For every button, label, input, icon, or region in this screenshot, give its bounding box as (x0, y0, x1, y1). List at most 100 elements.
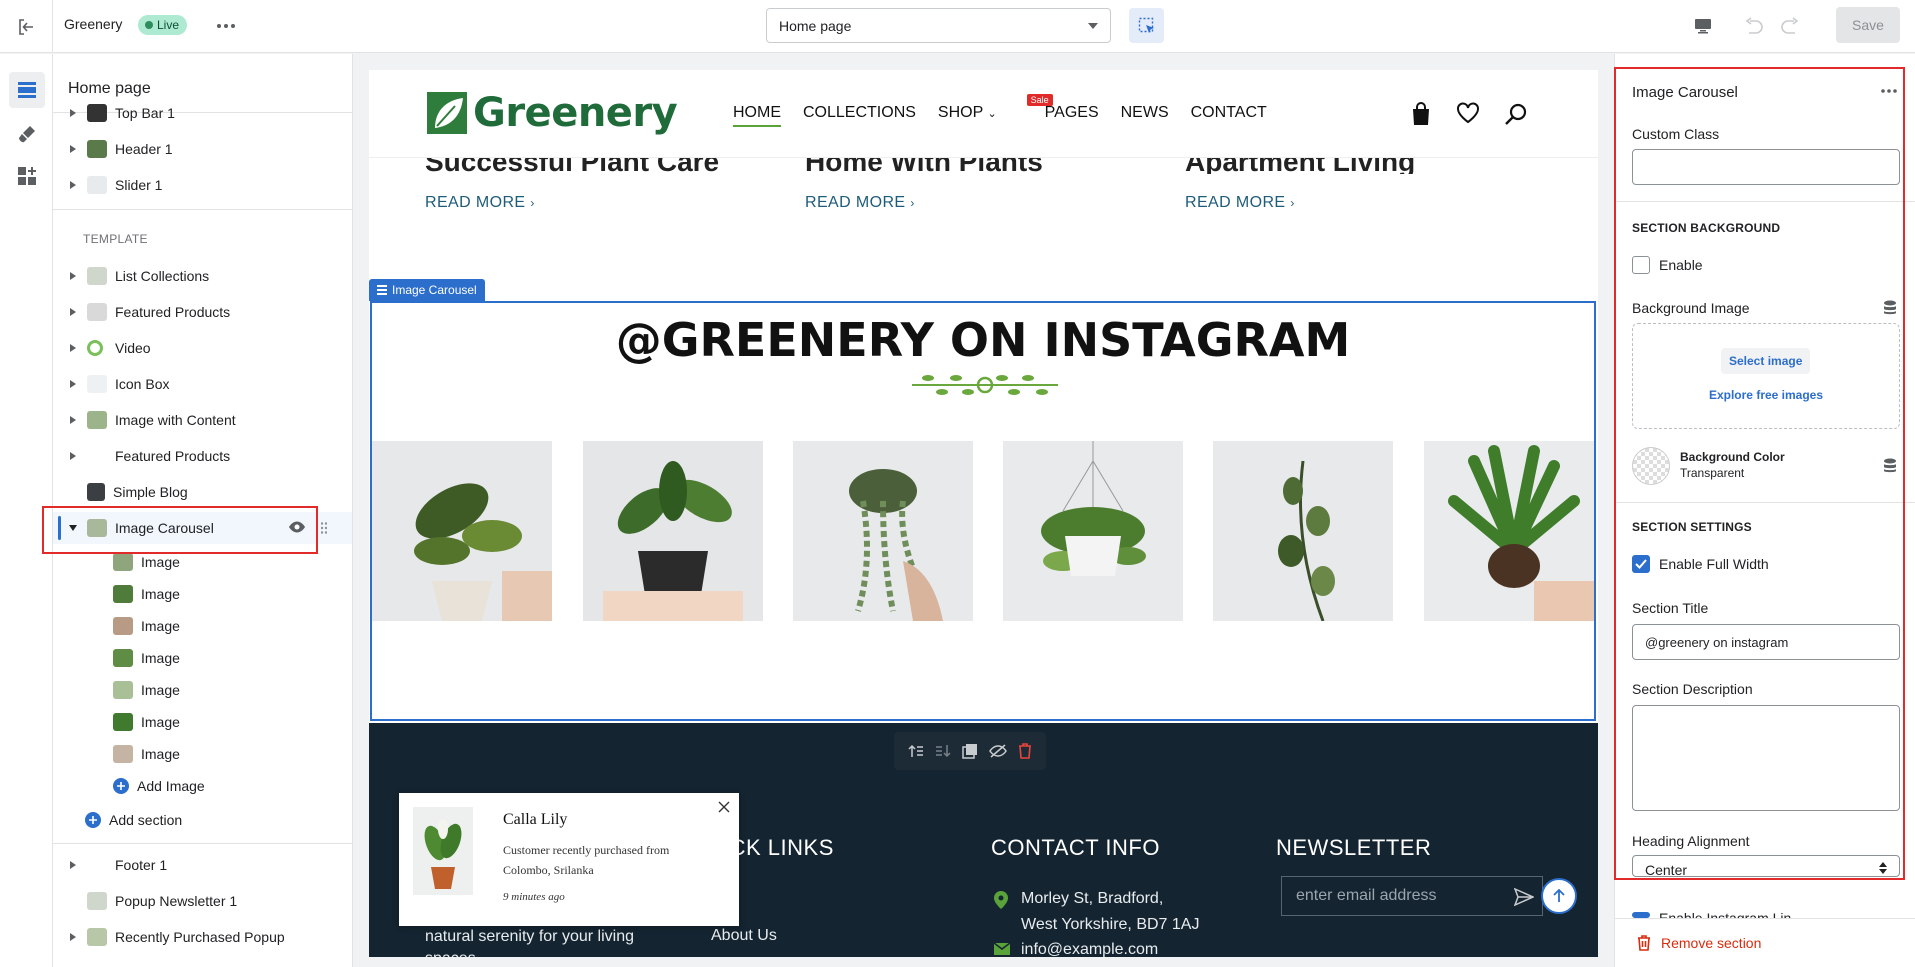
caret-right-icon[interactable] (67, 272, 79, 280)
read-more-link[interactable]: READ MORE › (1185, 194, 1295, 212)
sidebar-item-slider[interactable]: Slider 1 (53, 169, 352, 201)
background-image-dropzone[interactable]: Select image Explore free images (1632, 323, 1900, 429)
carousel-image[interactable] (583, 441, 763, 621)
database-icon[interactable] (1883, 458, 1897, 474)
scroll-to-top-button[interactable] (1541, 878, 1577, 914)
duplicate-icon[interactable] (962, 743, 978, 759)
send-icon[interactable] (1514, 888, 1534, 906)
read-more-link[interactable]: READ MORE › (425, 194, 535, 212)
sidebar-item-image-carousel[interactable]: Image Carousel (53, 512, 352, 544)
heading-alignment-select[interactable]: Center (1632, 855, 1900, 877)
caret-right-icon[interactable] (67, 181, 79, 189)
section-tag[interactable]: Image Carousel (369, 279, 485, 301)
drag-handle-icon[interactable] (320, 521, 328, 537)
sidebar-subitem-image[interactable]: Image (53, 674, 352, 706)
sidebar-item-popup-newsletter[interactable]: Popup Newsletter 1 (53, 885, 352, 917)
add-section-button[interactable]: Add section (53, 804, 352, 836)
caret-right-icon[interactable] (67, 416, 79, 424)
hide-icon[interactable] (989, 744, 1008, 758)
eye-icon[interactable] (288, 520, 306, 537)
sidebar-subitem-image[interactable]: Image (53, 546, 352, 578)
caret-right-icon[interactable] (67, 344, 79, 352)
sidebar-item-featured-products[interactable]: Featured Products (53, 296, 352, 328)
carousel-image[interactable] (1213, 441, 1393, 621)
popup-product-name[interactable]: Calla Lily (503, 811, 567, 829)
caret-right-icon[interactable] (67, 933, 79, 941)
footer-email[interactable]: info@example.com (1021, 937, 1158, 957)
nav-collections[interactable]: COLLECTIONS (803, 104, 916, 127)
select-image-button[interactable]: Select image (1721, 348, 1811, 374)
sidebar-item-list-collections[interactable]: List Collections (53, 260, 352, 292)
full-width-checkbox[interactable] (1632, 555, 1650, 573)
wishlist-icon[interactable] (1456, 102, 1480, 124)
background-color-swatch[interactable] (1632, 447, 1670, 485)
move-up-icon[interactable] (908, 744, 924, 758)
page-selector[interactable]: Home page (766, 8, 1111, 43)
theme-settings-icon[interactable] (9, 116, 45, 152)
plus-circle-icon (113, 778, 129, 794)
nav-home[interactable]: HOME (733, 104, 781, 127)
close-icon[interactable] (718, 801, 730, 813)
exit-icon[interactable] (0, 0, 53, 53)
section-title-input[interactable]: @greenery on instagram (1632, 624, 1900, 660)
sidebar-item-video[interactable]: Video (53, 332, 352, 364)
sidebar-subitem-image[interactable]: Image (53, 738, 352, 770)
site-logo[interactable]: Greenery (425, 90, 678, 136)
sidebar-item-featured-products-2[interactable]: Featured Products (53, 440, 352, 472)
nav-shop[interactable]: SHOP ⌄Sale (938, 94, 1053, 127)
cart-icon[interactable] (1410, 102, 1432, 126)
nav-pages[interactable]: PAGES (1045, 104, 1099, 127)
sidebar-item-top-bar[interactable]: Top Bar 1 (53, 100, 352, 126)
sidebar-subitem-image[interactable]: Image (53, 610, 352, 642)
explore-free-images-link[interactable]: Explore free images (1633, 388, 1899, 402)
caret-down-icon (1088, 22, 1098, 29)
nav-contact[interactable]: CONTACT (1191, 104, 1267, 127)
remove-section-button[interactable]: Remove section (1615, 918, 1915, 967)
sidebar-item-header[interactable]: Header 1 (53, 133, 352, 165)
caret-right-icon[interactable] (67, 308, 79, 316)
delete-icon[interactable] (1018, 743, 1032, 759)
nav-news[interactable]: NEWS (1121, 104, 1169, 127)
sections-icon[interactable] (9, 72, 45, 108)
enable-background-checkbox[interactable] (1632, 256, 1650, 274)
add-image-button[interactable]: Add Image (53, 770, 352, 802)
redo-icon[interactable] (1777, 13, 1803, 39)
carousel-image[interactable] (1424, 441, 1594, 621)
sidebar-subitem-image[interactable]: Image (53, 642, 352, 674)
search-icon[interactable] (1504, 102, 1528, 126)
more-actions-icon[interactable] (1877, 79, 1901, 103)
caret-right-icon[interactable] (67, 109, 79, 117)
database-icon[interactable] (1883, 300, 1897, 316)
section-description-textarea[interactable] (1632, 705, 1900, 811)
sidebar-item-recently-purchased-popup[interactable]: Recently Purchased Popup (53, 921, 352, 953)
apps-icon[interactable] (9, 158, 45, 194)
undo-icon[interactable] (1741, 13, 1767, 39)
custom-class-input[interactable] (1632, 149, 1900, 185)
carousel-image[interactable] (372, 441, 552, 621)
caret-right-icon[interactable] (67, 145, 79, 153)
caret-down-icon[interactable] (67, 525, 79, 531)
sidebar-item-icon-box[interactable]: Icon Box (53, 368, 352, 400)
caret-right-icon[interactable] (67, 452, 79, 460)
move-down-icon[interactable] (935, 744, 951, 758)
caret-right-icon[interactable] (67, 380, 79, 388)
sidebar-subitem-image[interactable]: Image (53, 706, 352, 738)
footer-link-about[interactable]: About Us (711, 923, 777, 949)
desktop-view-icon[interactable] (1690, 13, 1716, 39)
sidebar-item-simple-blog[interactable]: Simple Blog (53, 476, 352, 508)
sidebar-subitem-image[interactable]: Image (53, 578, 352, 610)
more-actions-icon[interactable] (214, 14, 238, 38)
image-thumbnail (113, 681, 133, 699)
sidebar-item-footer[interactable]: Footer 1 (53, 849, 352, 881)
carousel-image[interactable] (1003, 441, 1183, 621)
image-carousel-section[interactable]: @GREENERY ON INSTAGRAM (370, 301, 1596, 721)
inspect-icon[interactable] (1129, 8, 1164, 43)
carousel-image[interactable] (793, 441, 973, 621)
sidebar-item-label: Image (141, 586, 180, 602)
sidebar-item-image-with-content[interactable]: Image with Content (53, 404, 352, 436)
save-button[interactable]: Save (1836, 7, 1900, 43)
caret-right-icon[interactable] (67, 861, 79, 869)
read-more-link[interactable]: READ MORE › (805, 194, 915, 212)
newsletter-email-input[interactable]: enter email address (1281, 876, 1543, 916)
leaf-logo-icon (427, 92, 467, 134)
